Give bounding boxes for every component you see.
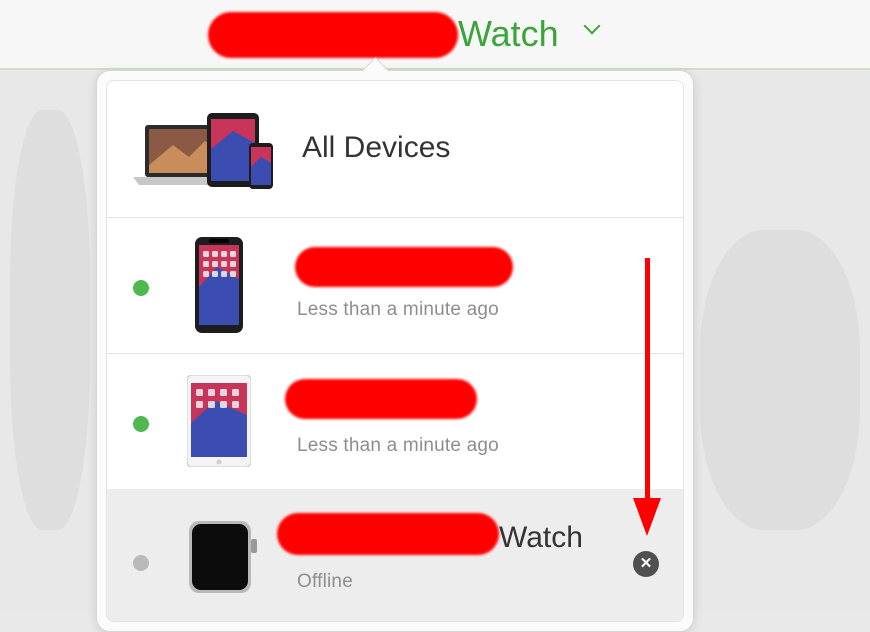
online-status-dot [133, 416, 149, 432]
annotation-arrow-shaft [645, 258, 650, 502]
online-status-dot [133, 280, 149, 296]
redaction-mark [277, 513, 499, 555]
device-list: All Devices Less than a minute ago Less … [106, 80, 684, 622]
annotation-arrow-head [633, 498, 661, 536]
device-row[interactable]: Less than a minute ago [107, 217, 683, 354]
ipad-icon [187, 375, 251, 467]
all-devices-row[interactable]: All Devices [107, 81, 683, 218]
top-bar: Watch [0, 0, 870, 70]
redaction-mark [295, 247, 513, 287]
all-devices-label: All Devices [302, 131, 451, 164]
offline-status-dot [133, 555, 149, 571]
remove-device-button[interactable]: ✕ [633, 551, 659, 577]
redaction-mark [208, 12, 458, 58]
device-selector[interactable]: Watch [200, 6, 620, 58]
device-row-selected[interactable]: Watch Offline ✕ [107, 489, 683, 621]
device-row[interactable]: Less than a minute ago [107, 353, 683, 490]
iphone-icon [195, 237, 243, 333]
device-name-suffix: Watch [499, 521, 583, 554]
all-devices-icon [133, 113, 273, 189]
redaction-mark [285, 379, 477, 419]
apple-watch-icon [189, 521, 257, 593]
device-status-text: Less than a minute ago [297, 435, 499, 456]
chevron-down-icon[interactable] [583, 17, 601, 35]
device-status-text: Less than a minute ago [297, 299, 499, 320]
selected-device-title[interactable]: Watch [458, 14, 559, 54]
device-status-text: Offline [297, 571, 353, 592]
